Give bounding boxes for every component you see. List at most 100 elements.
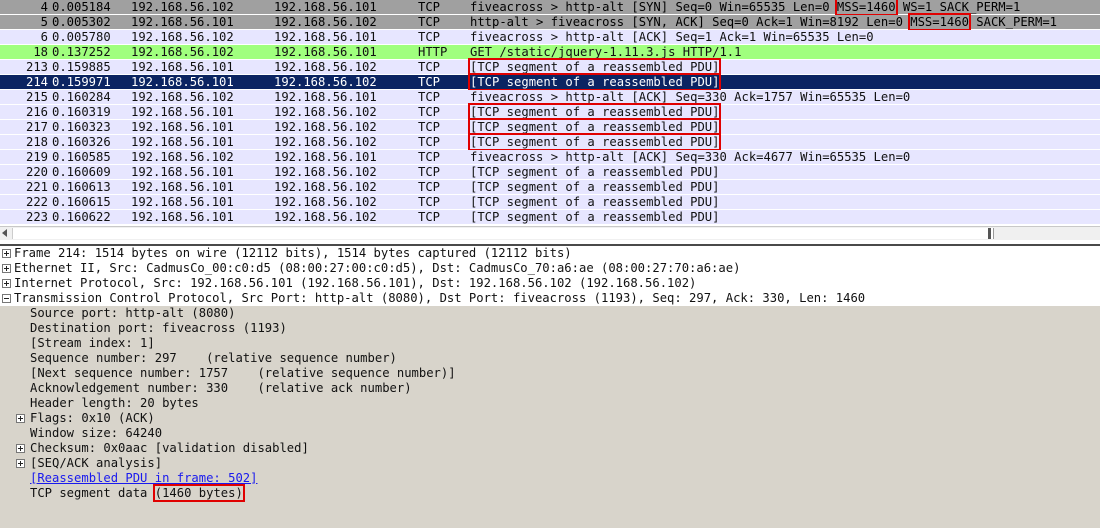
packet-destination: 192.168.56.102	[274, 210, 377, 224]
packet-destination: 192.168.56.102	[274, 75, 377, 89]
packet-row[interactable]: 214 0.159971 192.168.56.101 192.168.56.102 T…	[0, 73, 1100, 91]
collapse-minus-icon[interactable]	[2, 294, 11, 303]
packet-source: 192.168.56.102	[131, 45, 234, 59]
packet-number: 217	[25, 120, 48, 134]
packet-info-highlight: [TCP segment of a reassembled PDU]	[467, 73, 722, 91]
packet-info: [TCP segment of a reassembled PDU]	[470, 180, 1100, 195]
field-label: Window size: 64240	[30, 426, 163, 440]
packet-time: 0.160622	[52, 210, 111, 224]
packet-source: 192.168.56.102	[131, 0, 234, 14]
field-label: Source port: http-alt (8080)	[30, 306, 236, 320]
packet-row[interactable]: 213 0.159885 192.168.56.101 192.168.56.102 T…	[0, 58, 1100, 76]
tree-seq-ack-analysis[interactable]: [SEQ/ACK analysis]	[0, 456, 1100, 471]
packet-info-text: http-alt > fiveacross [SYN, ACK] Seq=0 A…	[470, 15, 911, 29]
field-tcp-segment-data[interactable]: TCP segment data (1460 bytes)	[0, 484, 1100, 502]
expand-plus-icon[interactable]	[16, 444, 25, 453]
tree-frame[interactable]: Frame 214: 1514 bytes on wire (12112 bit…	[0, 246, 1100, 261]
packet-protocol: TCP	[418, 210, 441, 224]
field-label: Acknowledgement number: 330 (relative ac…	[30, 381, 412, 395]
packet-number: 5	[40, 15, 48, 29]
packet-row[interactable]: 215 0.160284 192.168.56.102 192.168.56.101 T…	[0, 90, 1100, 105]
segment-data-label: TCP segment data	[30, 486, 155, 500]
packet-row[interactable]: 219 0.160585 192.168.56.102 192.168.56.101 T…	[0, 150, 1100, 165]
tree-checksum[interactable]: Checksum: 0x0aac [validation disabled]	[0, 441, 1100, 456]
packet-protocol: TCP	[418, 195, 441, 209]
packet-destination: 192.168.56.102	[274, 165, 377, 179]
tree-ethernet[interactable]: Ethernet II, Src: CadmusCo_00:c0:d5 (08:…	[0, 261, 1100, 276]
tree-ip[interactable]: Internet Protocol, Src: 192.168.56.101 (…	[0, 276, 1100, 291]
packet-number: 223	[25, 210, 48, 224]
packet-destination: 192.168.56.102	[274, 120, 377, 134]
field-destination-port[interactable]: Destination port: fiveacross (1193)	[0, 321, 1100, 336]
packet-protocol: TCP	[418, 105, 441, 119]
packet-number: 4	[40, 0, 48, 14]
expand-plus-icon[interactable]	[2, 264, 11, 273]
packet-row[interactable]: 220 0.160609 192.168.56.101 192.168.56.102 T…	[0, 165, 1100, 180]
tree-flags[interactable]: Flags: 0x10 (ACK)	[0, 411, 1100, 426]
packet-protocol: TCP	[418, 150, 441, 164]
packet-destination: 192.168.56.101	[274, 90, 377, 104]
scroll-left-arrow-icon[interactable]	[2, 229, 7, 237]
field-window-size[interactable]: Window size: 64240	[0, 426, 1100, 441]
field-sequence-number[interactable]: Sequence number: 297 (relative sequence …	[0, 351, 1100, 366]
packet-row[interactable]: 222 0.160615 192.168.56.101 192.168.56.102 T…	[0, 195, 1100, 210]
packet-row[interactable]: 217 0.160323 192.168.56.101 192.168.56.102 T…	[0, 118, 1100, 136]
packet-number: 214	[25, 75, 48, 89]
wireshark-window: 4 0.005184 192.168.56.102 192.168.56.101 TCP…	[0, 0, 1100, 528]
scroll-grip-icon[interactable]	[988, 228, 991, 239]
reassembled-pdu-link[interactable]: [Reassembled PDU in frame: 502]	[30, 471, 257, 486]
expand-plus-icon[interactable]	[2, 279, 11, 288]
packet-row[interactable]: 223 0.160622 192.168.56.101 192.168.56.102 T…	[0, 210, 1100, 225]
scroll-thumb[interactable]	[12, 228, 994, 239]
packet-destination: 192.168.56.102	[274, 135, 377, 149]
field-source-port[interactable]: Source port: http-alt (8080)	[0, 306, 1100, 321]
packet-info: fiveacross > http-alt [ACK] Seq=330 Ack=…	[470, 150, 1100, 165]
packet-source: 192.168.56.101	[131, 210, 234, 224]
packet-info: fiveacross > http-alt [ACK] Seq=1 Ack=1 …	[470, 30, 1100, 45]
tree-label: Ethernet II, Src: CadmusCo_00:c0:d5 (08:…	[14, 261, 741, 275]
packet-number: 221	[25, 180, 48, 194]
tree-label: Checksum: 0x0aac [validation disabled]	[30, 441, 309, 455]
packet-row[interactable]: 221 0.160613 192.168.56.101 192.168.56.102 T…	[0, 180, 1100, 195]
segment-data-size-highlight: (1460 bytes)	[152, 484, 245, 502]
field-next-sequence[interactable]: [Next sequence number: 1757 (relative se…	[0, 366, 1100, 381]
packet-protocol: TCP	[418, 30, 441, 44]
field-reassembled-pdu[interactable]: [Reassembled PDU in frame: 502]	[0, 471, 1100, 486]
packet-details: Frame 214: 1514 bytes on wire (12112 bit…	[0, 246, 1100, 528]
field-label: [Next sequence number: 1757 (relative se…	[30, 366, 456, 380]
packet-info-highlight: [TCP segment of a reassembled PDU]	[467, 118, 722, 136]
packet-time: 0.005184	[52, 0, 111, 14]
packet-source: 192.168.56.101	[131, 75, 234, 89]
packet-info-highlight: [TCP segment of a reassembled PDU]	[467, 103, 722, 121]
tree-tcp[interactable]: Transmission Control Protocol, Src Port:…	[0, 291, 1100, 306]
packet-row[interactable]: 4 0.005184 192.168.56.102 192.168.56.101 TCP…	[0, 0, 1100, 16]
expand-plus-icon[interactable]	[16, 414, 25, 423]
packet-row[interactable]: 218 0.160326 192.168.56.101 192.168.56.102 T…	[0, 133, 1100, 151]
packet-info-text: SACK_PERM=1	[968, 15, 1058, 29]
packet-number: 6	[40, 30, 48, 44]
packet-source: 192.168.56.101	[131, 165, 234, 179]
field-ack-number[interactable]: Acknowledgement number: 330 (relative ac…	[0, 381, 1100, 396]
expand-plus-icon[interactable]	[2, 249, 11, 258]
field-header-length[interactable]: Header length: 20 bytes	[0, 396, 1100, 411]
packet-time: 0.160326	[52, 135, 111, 149]
packet-info-text: fiveacross > http-alt [ACK] Seq=330 Ack=…	[470, 90, 911, 104]
packet-row[interactable]: 6 0.005780 192.168.56.102 192.168.56.101 TCP…	[0, 30, 1100, 45]
packet-time: 0.160284	[52, 90, 111, 104]
packet-row[interactable]: 216 0.160319 192.168.56.101 192.168.56.102 T…	[0, 103, 1100, 121]
packet-info: [TCP segment of a reassembled PDU]	[470, 210, 1100, 225]
packet-time: 0.159885	[52, 60, 111, 74]
packet-time: 0.005302	[52, 15, 111, 29]
packet-time: 0.160323	[52, 120, 111, 134]
packet-info-text: [TCP segment of a reassembled PDU]	[470, 165, 720, 179]
packet-time: 0.005780	[52, 30, 111, 44]
packet-protocol: TCP	[418, 120, 441, 134]
packet-row[interactable]: 5 0.005302 192.168.56.101 192.168.56.102 TCP…	[0, 13, 1100, 31]
packet-source: 192.168.56.102	[131, 150, 234, 164]
expand-plus-icon[interactable]	[16, 459, 25, 468]
packet-info: [TCP segment of a reassembled PDU]	[467, 58, 1100, 76]
packet-info-text: GET /static/jquery-1.11.3.js HTTP/1.1	[470, 45, 742, 59]
packet-row[interactable]: 18 0.137252 192.168.56.102 192.168.56.101 HT…	[0, 45, 1100, 60]
packet-list-horizontal-scrollbar[interactable]	[0, 226, 1100, 240]
field-stream-index[interactable]: [Stream index: 1]	[0, 336, 1100, 351]
